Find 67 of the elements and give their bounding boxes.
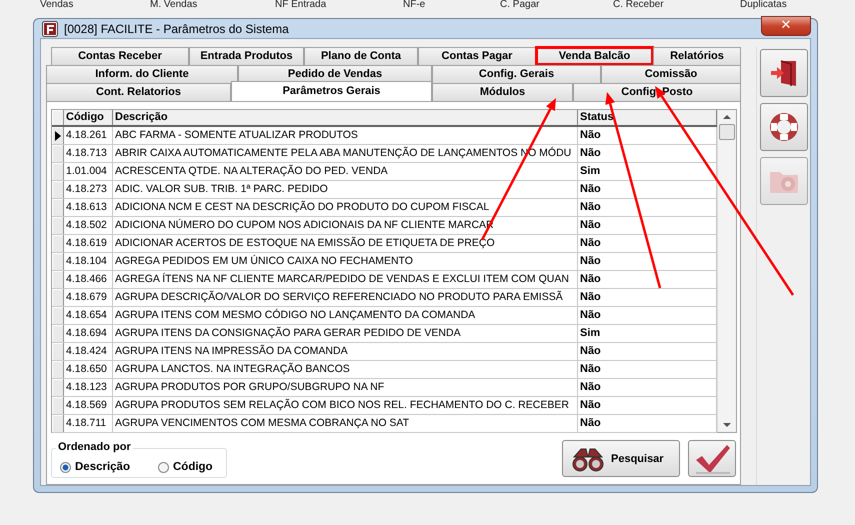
- table-cell: 4.18.261: [64, 127, 113, 144]
- menu-item[interactable]: NF-e: [403, 0, 500, 12]
- menu-item[interactable]: NF Entrada: [275, 0, 403, 12]
- table-cell: 4.18.123: [64, 379, 113, 396]
- confirm-button[interactable]: [688, 440, 736, 477]
- table-cell: 4.18.424: [64, 343, 113, 360]
- menu-item[interactable]: C. Receber: [613, 0, 740, 12]
- table-cell: AGRUPA ITENS COM MESMO CÓDIGO NO LANÇAMENTO DA COMANDA: [113, 307, 578, 324]
- table-cell: 4.18.273: [64, 181, 113, 198]
- table-cell: 4.18.679: [64, 289, 113, 306]
- table-cell: AGREGA ÍTENS NA NF CLIENTE MARCAR/PEDIDO DE VENDAS E EXCLUI ITEM COM QUAN: [113, 271, 578, 288]
- table-cell: ABC FARMA - SOMENTE ATUALIZAR PRODUTOS: [113, 127, 578, 144]
- table-cell: AGRUPA PRODUTOS POR GRUPO/SUBGRUPO NA NF: [113, 379, 578, 396]
- table-cell: AGRUPA LANCTOS. NA INTEGRAÇÃO BANCOS: [113, 361, 578, 378]
- radio-option[interactable]: Código: [158, 461, 213, 473]
- window-title: [0028] FACILITE - Parâmetros do Sistema: [64, 22, 290, 36]
- tab[interactable]: Comissão: [601, 65, 741, 83]
- table-cell: 4.18.466: [64, 271, 113, 288]
- table-cell: 4.18.650: [64, 361, 113, 378]
- current-row-icon: [54, 130, 62, 142]
- tab[interactable]: Venda Balcão: [536, 47, 653, 65]
- exit-button[interactable]: [760, 49, 808, 97]
- table-cell: 4.18.569: [64, 397, 113, 414]
- tab[interactable]: Parâmetros Gerais: [231, 81, 432, 101]
- table-cell: ADIC. VALOR SUB. TRIB. 1ª PARC. PEDIDO: [113, 181, 578, 198]
- table-cell: ACRESCENTA QTDE. NA ALTERAÇÃO DO PED. VENDA: [113, 163, 578, 180]
- menu-item[interactable]: M. Vendas: [150, 0, 275, 12]
- table-cell: ADICIONAR ACERTOS DE ESTOQUE NA EMISSÃO DE ETIQUETA DE PREÇO: [113, 235, 578, 252]
- close-button[interactable]: ✕: [761, 16, 811, 36]
- column-header[interactable]: Código: [64, 110, 113, 125]
- table-cell: AGRUPA ITENS NA IMPRESSÃO DA COMANDA: [113, 343, 578, 360]
- tab[interactable]: Cont. Relatorios: [46, 83, 231, 101]
- group-title: Ordenado por: [56, 441, 133, 453]
- tab[interactable]: Inform. do Cliente: [46, 65, 238, 83]
- table-cell: 4.18.619: [64, 235, 113, 252]
- table-cell: AGREGA PEDIDOS EM UM ÚNICO CAIXA NO FECHAMENTO: [113, 253, 578, 270]
- tab[interactable]: Relatórios: [653, 47, 741, 65]
- table-cell: 4.18.613: [64, 199, 113, 216]
- scrollbar[interactable]: [717, 110, 736, 432]
- door-arrow-icon: [768, 58, 798, 88]
- tab[interactable]: Config. Gerais: [432, 65, 601, 83]
- table-cell: ADICIONA NCM E CEST NA DESCRIÇÃO DO PRODUTO DO CUPOM FISCAL: [113, 199, 578, 216]
- table-cell: 4.18.502: [64, 217, 113, 234]
- tab[interactable]: Entrada Produtos: [189, 47, 304, 65]
- search-button[interactable]: Pesquisar: [562, 440, 680, 477]
- table-cell: 1.01.004: [64, 163, 113, 180]
- tab[interactable]: Módulos: [432, 83, 573, 101]
- menu-item[interactable]: Vendas: [40, 0, 150, 12]
- radio-option[interactable]: Descrição: [60, 461, 130, 473]
- table-cell: AGRUPA DESCRIÇÃO/VALOR DO SERVIÇO REFERENCIADO NO PRODUTO PARA EMISSÃ: [113, 289, 578, 306]
- table-cell: 4.18.711: [64, 415, 113, 432]
- row-indicator[interactable]: [52, 127, 64, 144]
- table-cell: 4.18.654: [64, 307, 113, 324]
- table-cell: 4.18.104: [64, 253, 113, 270]
- table-cell: 4.18.713: [64, 145, 113, 162]
- tab[interactable]: Plano de Conta: [304, 47, 418, 65]
- table-cell: AGRUPA VENCIMENTOS COM MESMA COBRANÇA NO SAT: [113, 415, 578, 432]
- menu-item[interactable]: Duplicatas: [740, 0, 850, 12]
- table-cell: AGRUPA ITENS DA CONSIGNAÇÃO PARA GERAR PEDIDO DE VENDA: [113, 325, 578, 342]
- table-cell: 4.18.694: [64, 325, 113, 342]
- tab[interactable]: Contas Pagar: [418, 47, 536, 65]
- menu-item[interactable]: C. Pagar: [500, 0, 613, 12]
- help-button[interactable]: [760, 103, 808, 151]
- table-cell: AGRUPA PRODUTOS SEM RELAÇÃO COM BICO NOS REL. FECHAMENTO DO C. RECEBER: [113, 397, 578, 414]
- tab[interactable]: Contas Receber: [51, 47, 189, 65]
- app-logo-icon: [42, 20, 58, 36]
- scroll-thumb[interactable]: [719, 124, 735, 140]
